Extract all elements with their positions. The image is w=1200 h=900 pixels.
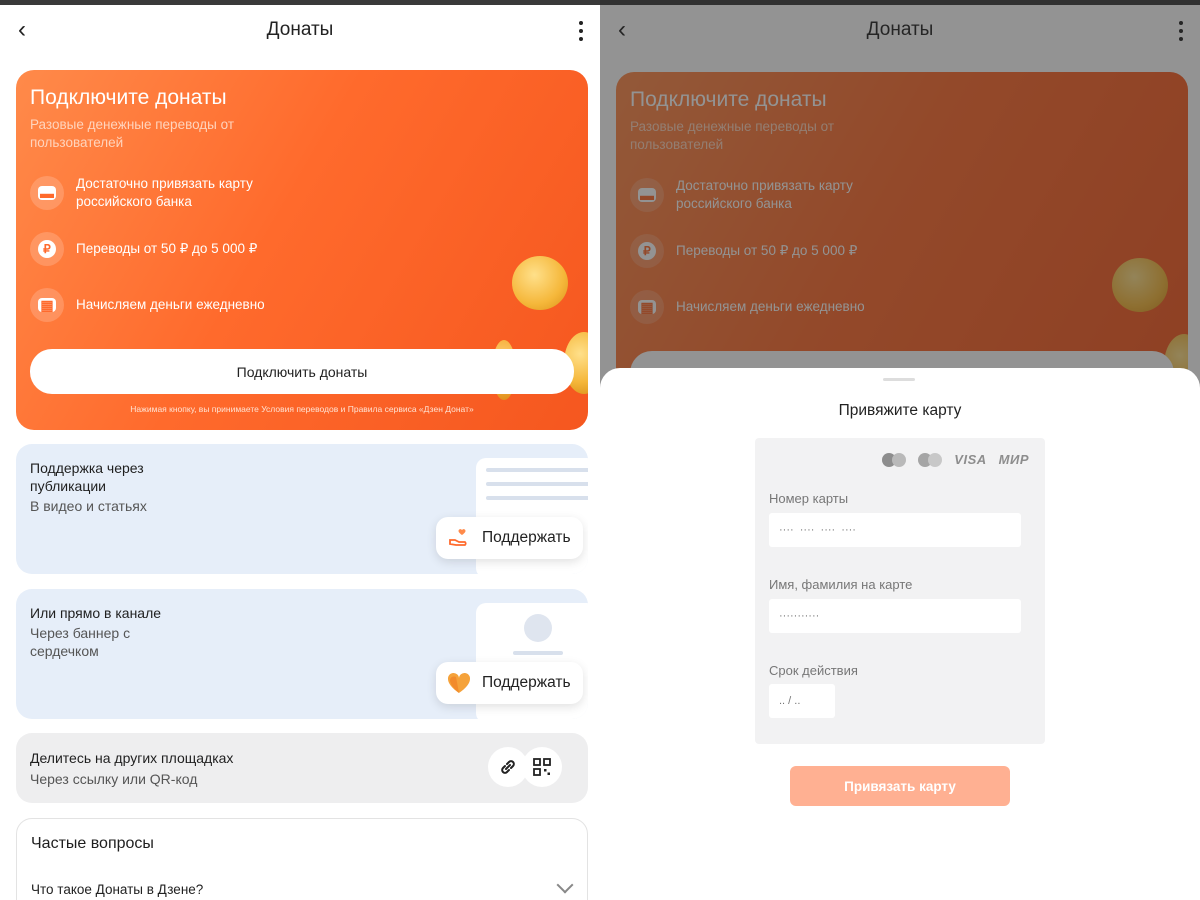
coin-illustration (512, 256, 568, 310)
bind-card-screen: ‹ Донаты Подключите донаты Разовые денеж… (600, 0, 1200, 900)
channel-card: Или прямо в канале Через баннер с сердеч… (16, 589, 588, 719)
faq-title: Частые вопросы (31, 835, 154, 852)
visa-logo: VISA (954, 452, 987, 467)
card-title: Или прямо в канале (30, 605, 162, 621)
card-title: Делитесь на других площадках (30, 750, 234, 766)
support-button[interactable]: Поддержать (436, 662, 583, 704)
card-number-input[interactable] (769, 513, 1021, 547)
card-title: Поддержка через публикации (30, 460, 144, 494)
connect-donations-button[interactable]: Подключить донаты (30, 349, 574, 394)
support-button-label: Поддержать (482, 529, 571, 546)
bind-card-button[interactable]: Привязать карту (790, 766, 1010, 806)
feature-text: Начисляем деньги ежедневно (76, 297, 265, 312)
expiry-input[interactable] (769, 684, 835, 718)
promo-subtitle: Разовые денежные переводы от пользовател… (30, 117, 235, 150)
card-icon: ▬ (30, 176, 64, 210)
bind-card-sheet: Привяжите карту VISA МИР Номер карты Имя… (600, 368, 1200, 900)
card-name-label: Имя, фамилия на карте (769, 577, 913, 592)
chevron-left-icon[interactable]: ‹ (18, 18, 36, 42)
card-form: VISA МИР Номер карты Имя, фамилия на кар… (755, 438, 1045, 744)
app-header: ‹ Донаты (0, 5, 600, 55)
feature-item: ₽ Переводы от 50 ₽ до 5 000 ₽ (30, 232, 257, 266)
calendar-icon: ▦ (30, 288, 64, 322)
card-subtitle: Через ссылку или QR-код (30, 771, 198, 787)
donations-screen: ‹ Донаты Подключите донаты Разовые денеж… (0, 0, 600, 900)
chevron-down-icon[interactable] (556, 876, 574, 894)
ruble-icon: ₽ (30, 232, 64, 266)
more-vertical-icon[interactable] (578, 21, 584, 41)
maestro-icon (918, 452, 943, 467)
faq-question[interactable]: Что такое Донаты в Дзене? (31, 882, 203, 897)
promo-title: Подключите донаты (30, 86, 227, 109)
feature-text: Переводы от 50 ₽ до 5 000 ₽ (76, 241, 258, 256)
publications-card: Поддержка через публикации В видео и ста… (16, 444, 588, 574)
payment-brands: VISA МИР (882, 452, 1029, 467)
card-number-label: Номер карты (769, 491, 849, 506)
page-title: Донаты (266, 19, 334, 40)
terms-text: Нажимая кнопку, вы принимаете Условия пе… (130, 404, 474, 414)
qr-code-icon[interactable] (522, 747, 562, 787)
card-subtitle: Через баннер с сердечком (30, 625, 131, 659)
support-button[interactable]: Поддержать (436, 517, 583, 559)
card-name-input[interactable] (769, 599, 1021, 633)
sheet-title: Привяжите карту (838, 402, 962, 419)
sheet-grab-handle[interactable] (883, 378, 915, 381)
support-button-label: Поддержать (482, 674, 571, 691)
feature-text: Достаточно привязать карту российского б… (76, 176, 253, 209)
mastercard-icon (882, 452, 907, 467)
hand-heart-icon (446, 525, 472, 551)
feature-item: ▦ Начисляем деньги ежедневно (30, 288, 265, 322)
expiry-label: Срок действия (769, 663, 858, 678)
heart-icon (446, 670, 472, 696)
feature-item: ▬ Достаточно привязать карту российского… (30, 175, 276, 211)
mir-logo: МИР (998, 452, 1029, 467)
faq-section: Частые вопросы Что такое Донаты в Дзене? (16, 818, 588, 900)
connect-donations-card: Подключите донаты Разовые денежные перев… (16, 70, 588, 430)
card-subtitle: В видео и статьях (30, 498, 147, 514)
share-card: Делитесь на других площадках Через ссылк… (16, 733, 588, 803)
